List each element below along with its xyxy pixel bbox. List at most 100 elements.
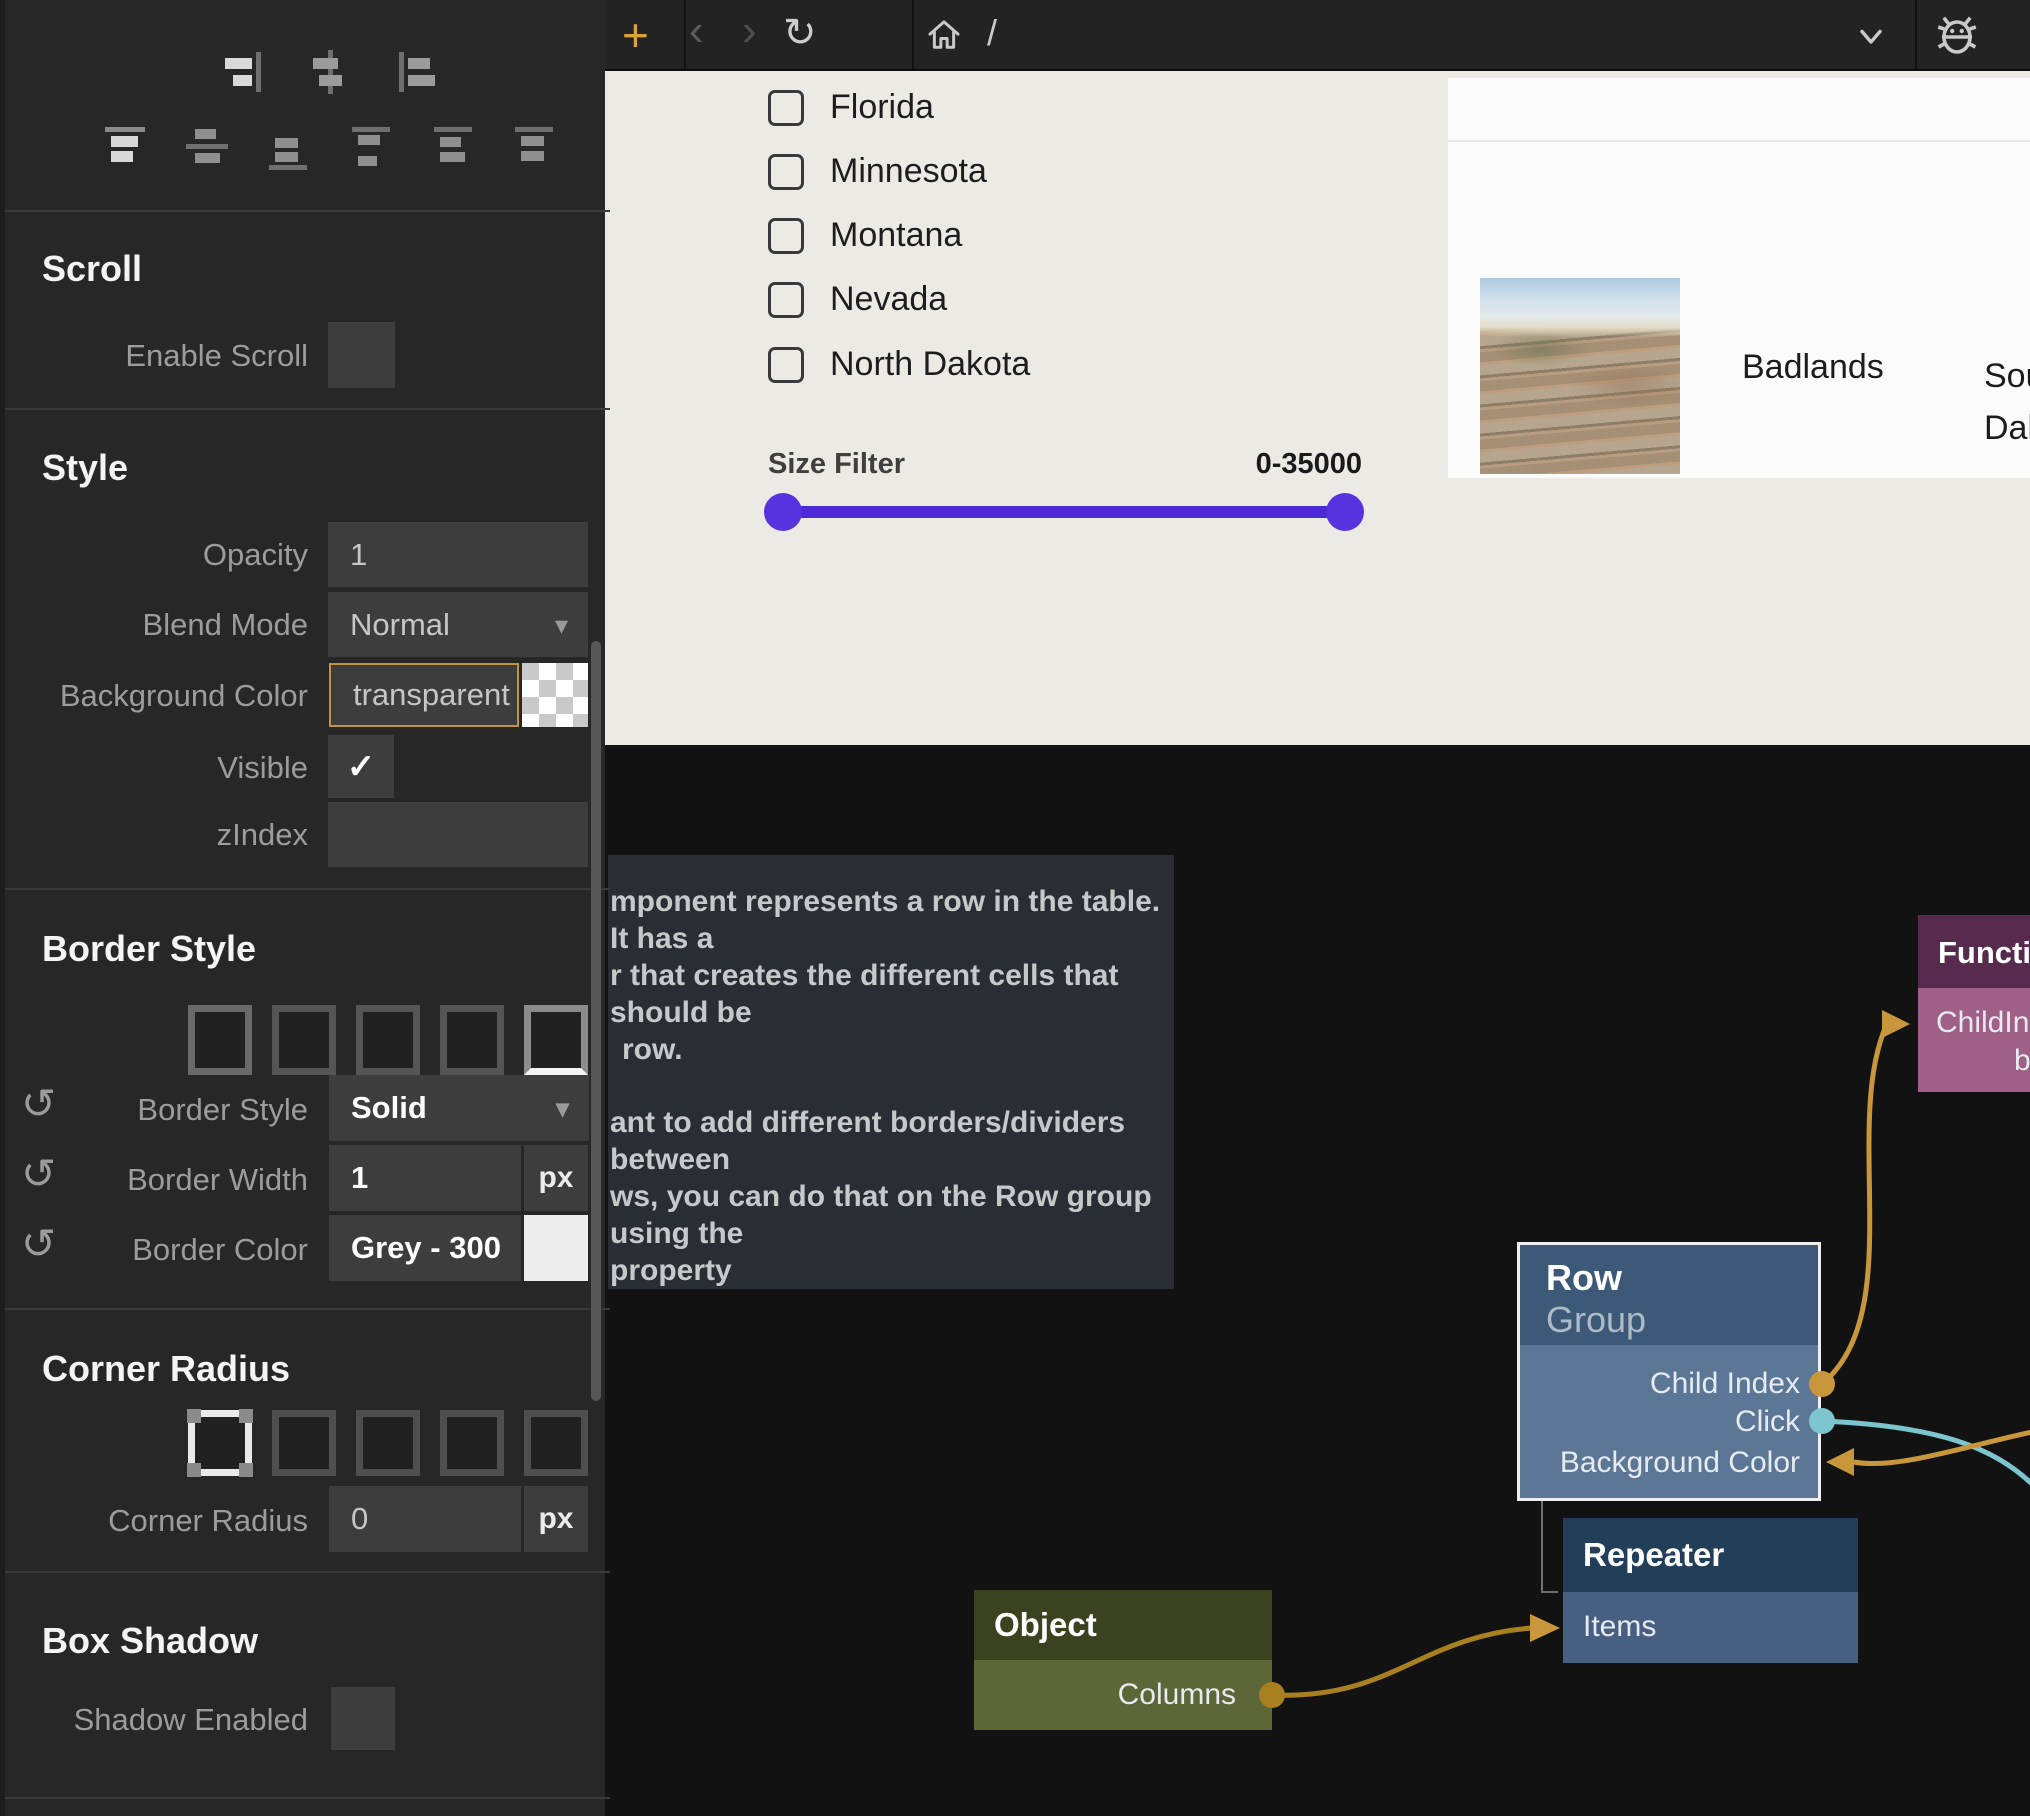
- node-title: Repeater: [1583, 1536, 1724, 1574]
- border-left-button[interactable]: [440, 1005, 504, 1075]
- shadow-enabled-checkbox[interactable]: [331, 1687, 395, 1750]
- state-checkbox[interactable]: [768, 154, 804, 190]
- corner-bottom-left-button[interactable]: [524, 1410, 588, 1476]
- distribute-top-icon[interactable]: [343, 119, 399, 175]
- section-divider: [5, 888, 610, 890]
- port-items[interactable]: Items: [1583, 1610, 1656, 1644]
- state-checkbox[interactable]: [768, 282, 804, 318]
- background-color-input[interactable]: transparent: [329, 663, 519, 727]
- panel-scrollbar[interactable]: [591, 641, 601, 1401]
- park-state-line: South: [1984, 350, 2030, 402]
- forward-button[interactable]: ›: [742, 6, 757, 56]
- add-tab-button[interactable]: +: [622, 8, 649, 62]
- tooltip-line: row.: [622, 1031, 1174, 1068]
- align-left-icon[interactable]: [386, 44, 442, 100]
- border-width-input[interactable]: 1: [329, 1145, 521, 1211]
- background-color-label: Background Color: [5, 678, 308, 714]
- size-filter-range: 0-35000: [1060, 448, 1362, 481]
- align-right-icon[interactable]: [218, 44, 274, 100]
- port-click[interactable]: Click: [1735, 1405, 1800, 1439]
- state-label: North Dakota: [830, 345, 1030, 384]
- back-button[interactable]: ‹: [689, 6, 704, 56]
- shadow-enabled-label: Shadow Enabled: [5, 1702, 308, 1738]
- port-columns[interactable]: Columns: [1118, 1678, 1236, 1712]
- border-style-label: Border Style: [5, 1092, 308, 1128]
- node-row-body[interactable]: Child Index Click Background Color: [1520, 1345, 1818, 1498]
- border-color-swatch[interactable]: [524, 1215, 588, 1281]
- properties-panel: Scroll Enable Scroll Style Opacity 1 Ble…: [0, 0, 605, 1816]
- border-bottom-button-selected[interactable]: [524, 1005, 588, 1075]
- align-center-horizontal-icon[interactable]: [302, 44, 358, 100]
- corner-top-left-button[interactable]: [272, 1410, 336, 1476]
- border-right-button[interactable]: [356, 1005, 420, 1075]
- tooltip-line: r that creates the different cells that …: [610, 957, 1174, 1031]
- corner-bottom-right-button[interactable]: [440, 1410, 504, 1476]
- slider-thumb-min[interactable]: [764, 493, 802, 531]
- url-path[interactable]: /: [987, 12, 997, 54]
- node-function-body[interactable]: ChildIndex b: [1918, 988, 2030, 1092]
- node-row-header[interactable]: Row Group: [1520, 1245, 1818, 1345]
- state-checkbox[interactable]: [768, 347, 804, 383]
- state-row: Florida: [768, 88, 934, 127]
- node-repeater-header[interactable]: Repeater: [1563, 1518, 1858, 1592]
- result-card-panel: Badlands South Dakota: [1448, 78, 2030, 478]
- debug-bug-icon[interactable]: [1933, 10, 1981, 65]
- state-row: Nevada: [768, 280, 947, 319]
- corner-all-button-selected[interactable]: [188, 1410, 252, 1476]
- navbar-divider: [912, 0, 914, 69]
- port-childindex[interactable]: ChildIndex: [1936, 1006, 2030, 1040]
- align-top-icon[interactable]: [97, 119, 153, 175]
- visible-checkbox[interactable]: ✓: [328, 735, 394, 798]
- distribute-vertical-icon[interactable]: [425, 119, 481, 175]
- space-between-vertical-icon[interactable]: [506, 119, 562, 175]
- state-checkbox[interactable]: [768, 90, 804, 126]
- border-all-button[interactable]: [188, 1005, 252, 1075]
- align-middle-vertical-icon[interactable]: [179, 119, 235, 175]
- table-row[interactable]: Badlands South Dakota: [1448, 142, 2030, 478]
- state-row: North Dakota: [768, 345, 1030, 384]
- opacity-input[interactable]: 1: [328, 522, 588, 587]
- port-partial[interactable]: b: [2014, 1044, 2030, 1078]
- size-filter-label: Size Filter: [768, 448, 905, 481]
- home-icon[interactable]: [923, 14, 965, 61]
- size-filter-slider-track[interactable]: [783, 506, 1345, 518]
- border-style-select[interactable]: Solid ▾: [329, 1075, 589, 1141]
- badlands-photo: [1480, 278, 1680, 474]
- state-checkbox[interactable]: [768, 218, 804, 254]
- background-color-swatch[interactable]: [522, 663, 588, 727]
- scroll-section-title: Scroll: [42, 248, 142, 290]
- enable-scroll-checkbox[interactable]: [328, 322, 395, 388]
- align-bottom-icon[interactable]: [260, 119, 316, 175]
- border-color-input[interactable]: Grey - 300: [329, 1215, 521, 1281]
- node-repeater[interactable]: Repeater Items: [1563, 1518, 1858, 1663]
- visible-label: Visible: [5, 750, 308, 786]
- node-function[interactable]: Function ChildIndex b: [1918, 915, 2030, 1092]
- corner-radius-input[interactable]: 0: [329, 1486, 521, 1552]
- slider-thumb-max[interactable]: [1326, 493, 1364, 531]
- node-help-tooltip: mponent represents a row in the table. I…: [608, 855, 1174, 1289]
- node-row-group[interactable]: Row Group Child Index Click Background C…: [1517, 1242, 1821, 1501]
- node-object-body[interactable]: Columns: [974, 1660, 1272, 1730]
- node-object[interactable]: Object Columns: [974, 1590, 1272, 1730]
- node-title: Function: [1938, 935, 2030, 971]
- node-title: Row: [1546, 1257, 1622, 1299]
- node-object-header[interactable]: Object: [974, 1590, 1272, 1660]
- corner-top-right-button[interactable]: [356, 1410, 420, 1476]
- border-section-title: Border Style: [42, 928, 256, 970]
- port-child-index[interactable]: Child Index: [1650, 1367, 1800, 1401]
- port-background-color[interactable]: Background Color: [1560, 1446, 1800, 1480]
- section-divider: [5, 408, 610, 410]
- zindex-input[interactable]: [328, 802, 588, 867]
- corner-tick: [239, 1463, 253, 1477]
- chevron-down-icon[interactable]: [1853, 18, 1889, 59]
- section-divider: [5, 1308, 610, 1310]
- node-repeater-body[interactable]: Items: [1563, 1592, 1858, 1663]
- blend-mode-label: Blend Mode: [5, 607, 308, 643]
- corner-radius-label: Corner Radius: [5, 1503, 308, 1539]
- node-function-header[interactable]: Function: [1918, 915, 2030, 988]
- state-label: Minnesota: [830, 152, 987, 191]
- refresh-button[interactable]: ↻: [783, 10, 817, 56]
- border-top-button[interactable]: [272, 1005, 336, 1075]
- blend-mode-select[interactable]: Normal ▾: [328, 592, 588, 657]
- tooltip-line: ant to add different borders/dividers be…: [610, 1104, 1174, 1178]
